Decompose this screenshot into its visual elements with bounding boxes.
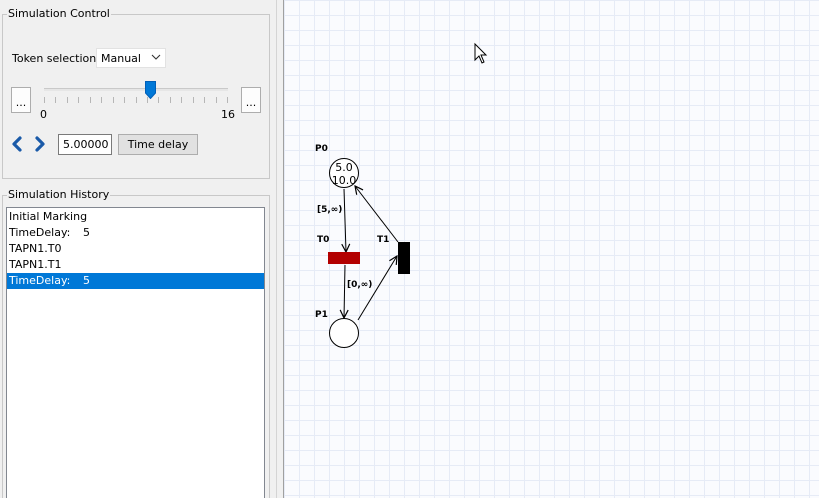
side-panel: Simulation Control Token selection: Manu…: [0, 0, 276, 498]
step-forward-icon[interactable]: [32, 136, 46, 152]
slider-tick: [44, 97, 45, 103]
slider-max-label: 16: [221, 108, 235, 121]
history-item-value: 5: [83, 226, 90, 239]
token-selection-dropdown[interactable]: Manual: [96, 48, 166, 68]
slider-tick: [204, 97, 205, 103]
time-delay-button[interactable]: Time delay: [118, 134, 198, 155]
place-p0-label: P0: [315, 144, 328, 154]
place-p1-label: P1: [315, 310, 328, 320]
history-item-name: TimeDelay:: [9, 274, 71, 287]
slider-tick: [113, 97, 114, 103]
slider-tick: [67, 97, 68, 103]
petri-net-drawing: [5,∞) [0,∞) 5.0 10.0 P0 P1 T0 T1: [315, 42, 488, 348]
arc-label-t0-p1: [0,∞): [347, 280, 372, 290]
slider-tick: [181, 97, 182, 103]
time-delay-input[interactable]: 5.00000: [58, 134, 112, 155]
history-item[interactable]: Initial Marking: [7, 209, 264, 225]
slider-tick: [158, 97, 159, 103]
slider-tick: [136, 97, 137, 103]
slider-tick: [78, 97, 79, 103]
history-item-name: TAPN1.T1: [9, 258, 62, 271]
simulation-history-list[interactable]: Initial Marking TimeDelay: 5 TAPN1.T0 TAPN1.…: [6, 207, 265, 498]
history-item-name: Initial Marking: [9, 210, 88, 223]
history-item[interactable]: TAPN1.T1: [7, 257, 264, 273]
petri-net-canvas[interactable]: [5,∞) [0,∞) 5.0 10.0 P0 P1 T0 T1: [284, 0, 819, 498]
place-p1[interactable]: [329, 318, 359, 348]
slider-tick: [170, 97, 171, 103]
slider-tick: [101, 97, 102, 103]
history-item[interactable]: TimeDelay: 5: [7, 225, 264, 241]
simulation-control-title: Simulation Control: [7, 7, 111, 20]
slider-tick: [193, 97, 194, 103]
slider-max-button[interactable]: ...: [241, 87, 261, 113]
slider-min-label: 0: [40, 108, 47, 121]
slider-tick: [55, 97, 56, 103]
slider-tick: [216, 97, 217, 103]
transition-t1[interactable]: [398, 242, 410, 274]
history-item-name: TAPN1.T0: [9, 242, 62, 255]
arc-p0-t0[interactable]: [344, 188, 346, 252]
place-p0-token-2: 10.0: [332, 174, 357, 187]
transition-t0-label: T0: [317, 235, 329, 245]
token-selection-label: Token selection:: [12, 52, 100, 65]
history-item-name: TimeDelay:: [9, 226, 71, 239]
history-item[interactable]: TimeDelay: 5: [7, 273, 264, 289]
slider-tick: [124, 97, 125, 103]
arc-t0-p1[interactable]: [344, 264, 345, 318]
step-back-icon[interactable]: [11, 136, 25, 152]
time-slider-ticks: [44, 97, 228, 103]
transition-t1-label: T1: [377, 235, 389, 245]
history-item-value: 5: [83, 274, 90, 287]
mouse-cursor-icon: [474, 42, 488, 64]
history-item[interactable]: TAPN1.T0: [7, 241, 264, 257]
place-p0-token-1: 5.0: [335, 161, 353, 174]
split-pane-divider[interactable]: [276, 0, 284, 498]
time-slider-track[interactable]: [44, 88, 228, 91]
transition-t0[interactable]: [328, 252, 360, 264]
arc-t1-p0[interactable]: [355, 186, 399, 243]
arc-label-p0-t0: [5,∞): [317, 205, 342, 215]
simulation-history-title: Simulation History: [7, 188, 111, 201]
chevron-down-icon: [151, 52, 161, 65]
slider-tick: [227, 97, 228, 103]
token-selection-value: Manual: [101, 52, 141, 65]
slider-tick: [90, 97, 91, 103]
time-slider-thumb[interactable]: [145, 81, 156, 99]
slider-min-button[interactable]: ...: [11, 87, 31, 113]
